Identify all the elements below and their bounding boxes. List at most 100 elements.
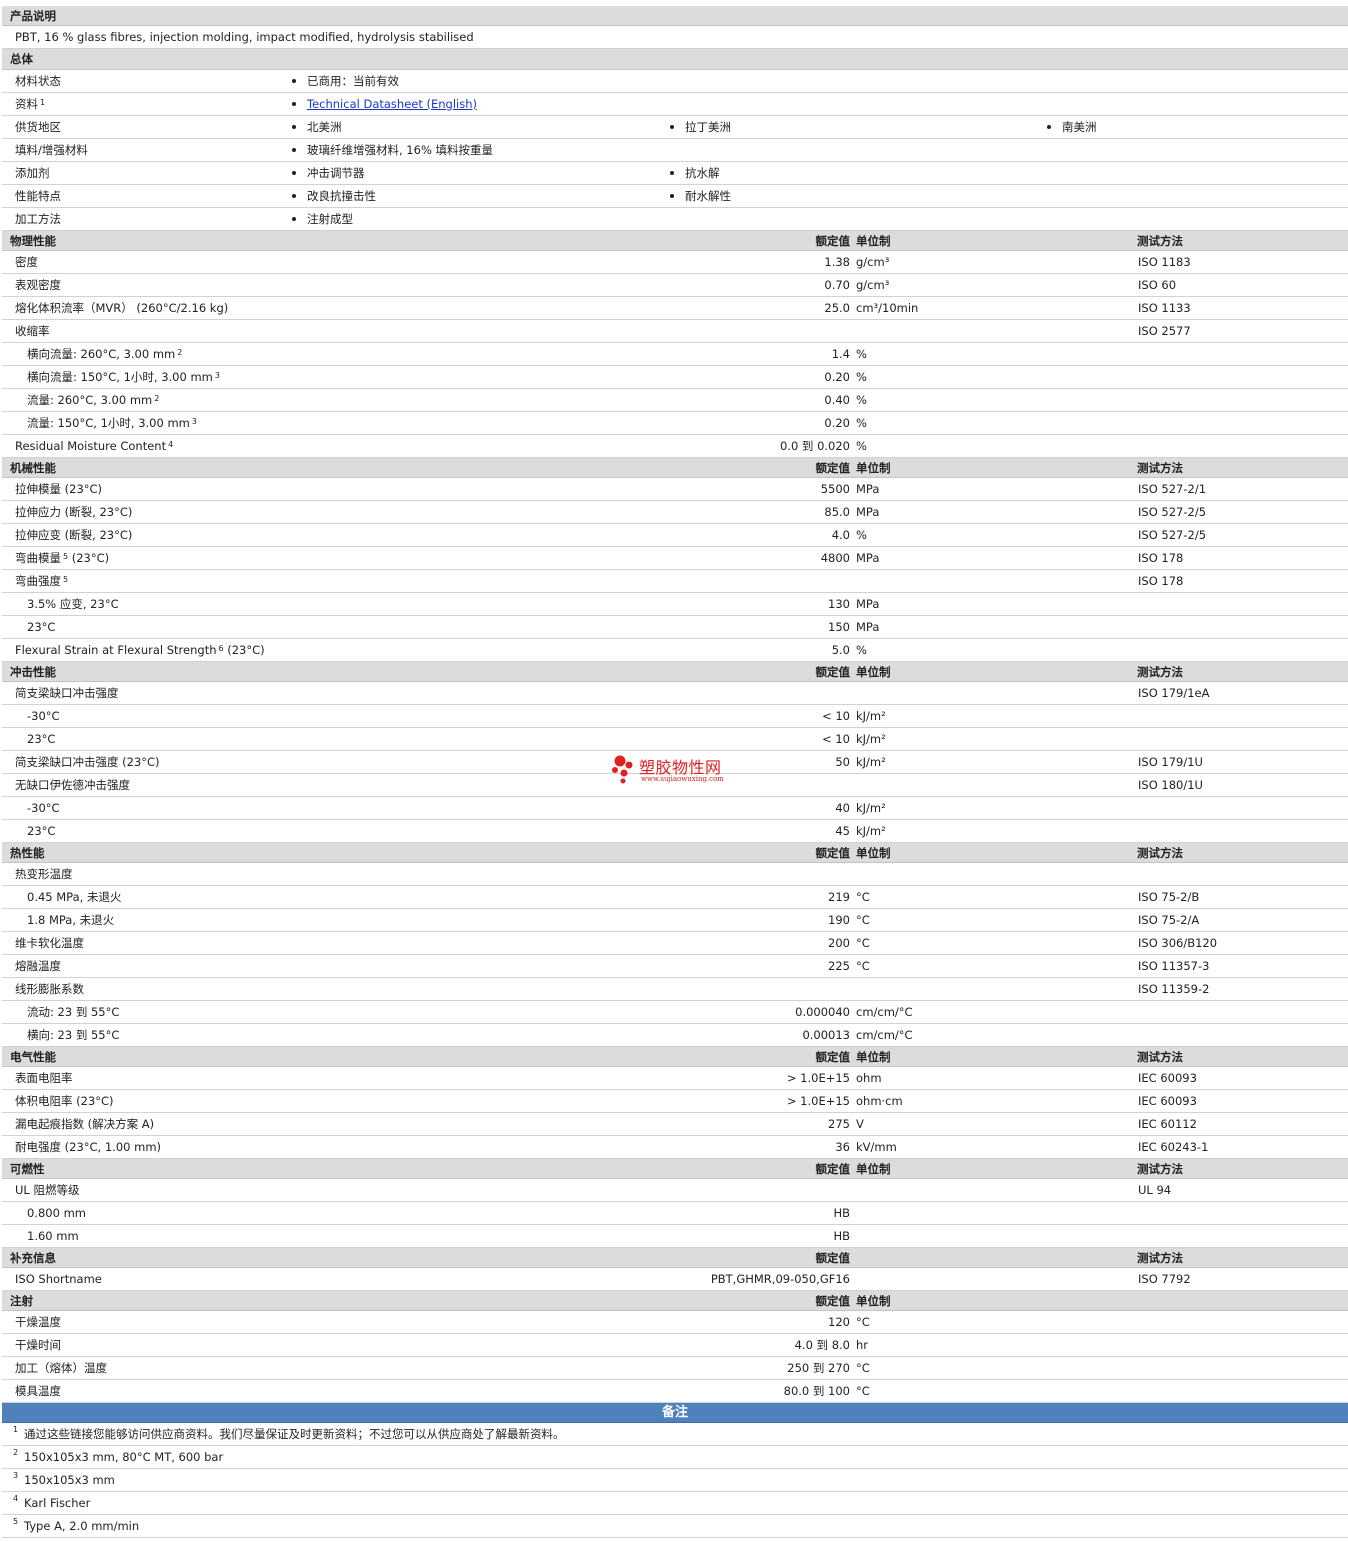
property-unit: ohm·cm <box>856 1094 903 1108</box>
property-label: UL 阻燃等级 <box>15 1179 79 1201</box>
property-label: 横向: 23 到 55°C <box>27 1024 119 1046</box>
property-label-text: 流量: 150°C, 1小时, 3.00 mm <box>27 416 190 430</box>
datasheet-link[interactable]: Technical Datasheet (English) <box>307 93 477 115</box>
property-row: 拉伸模量 (23°C) 5500 MPa ISO 527-2/1 <box>2 478 1348 501</box>
test-method: ISO 527-2/5 <box>1138 505 1207 519</box>
unit-column-header: 单位制 <box>856 665 891 679</box>
section-header: 总体 <box>2 49 1348 70</box>
footnote-number: 5 <box>13 1517 19 1526</box>
section-title: 电气性能 <box>10 1050 56 1064</box>
property-row: 0.45 MPa, 未退火 219 °C ISO 75-2/B <box>2 886 1348 909</box>
test-method: ISO 179/1eA <box>1138 686 1210 700</box>
property-label-text: UL 阻燃等级 <box>15 1183 80 1197</box>
property-label-text: 熔化体积流率（MVR） (260°C/2.16 kg) <box>15 301 229 315</box>
property-value: 0.000040 <box>795 1005 850 1019</box>
property-unit: V <box>856 1117 864 1131</box>
property-value: 80.0 到 100 <box>783 1384 850 1398</box>
property-value: HB <box>833 1206 850 1220</box>
section-header: 注射 额定值 单位制 <box>2 1291 1348 1311</box>
test-method: ISO 75-2/A <box>1138 913 1200 927</box>
property-value: < 10 <box>822 709 850 723</box>
property-row: 收缩率 ISO 2577 <box>2 320 1348 343</box>
property-value: 130 <box>828 597 850 611</box>
property-label: 干燥时间 <box>15 1334 61 1356</box>
property-label: 维卡软化温度 <box>15 932 84 954</box>
section-title: 补充信息 <box>10 1251 56 1265</box>
property-label-text: 3.5% 应变, 23°C <box>27 597 119 611</box>
datasheet: 产品说明 PBT, 16 % glass fibres, injection mo… <box>2 6 1348 1538</box>
bullet-dot-icon <box>1047 125 1051 129</box>
property-label-suffix: (23°C) <box>68 551 110 565</box>
property-row: 熔融温度 225 °C ISO 11357-3 <box>2 955 1348 978</box>
property-row: 熔化体积流率（MVR） (260°C/2.16 kg) 25.0 cm³/10min… <box>2 297 1348 320</box>
footnote-ref: 4 <box>168 440 174 449</box>
property-unit: MPa <box>856 597 880 611</box>
test-method: ISO 527-2/1 <box>1138 482 1207 496</box>
bullet-dot-icon <box>292 171 296 175</box>
property-unit: °C <box>856 890 870 904</box>
property-label: 横向流量: 260°C, 3.00 mm 2 <box>27 343 182 367</box>
property-row: -30°C < 10 kJ/m² <box>2 705 1348 728</box>
general-label: 添加剂 <box>15 162 50 184</box>
footnote-text: 150x105x3 mm <box>24 1473 115 1487</box>
general-row: 资料 1 Technical Datasheet (English) <box>2 93 1348 116</box>
property-label-text: 23°C <box>27 824 56 838</box>
bullet-item-text: 改良抗撞击性 <box>307 189 376 203</box>
property-label: 弯曲模量 5 (23°C) <box>15 547 109 571</box>
property-label-text: 简支梁缺口冲击强度 <box>15 686 119 700</box>
property-row: 干燥温度 120 °C <box>2 1311 1348 1334</box>
property-label: 漏电起痕指数 (解决方案 A) <box>15 1113 154 1135</box>
property-unit: % <box>856 370 867 384</box>
property-unit: kJ/m² <box>856 709 886 723</box>
property-row: 流量: 150°C, 1小时, 3.00 mm 3 0.20% <box>2 412 1348 435</box>
property-label-suffix: (23°C) <box>223 643 265 657</box>
general-row: 填料/增强材料 玻璃纤维增强材料, 16% 填料按重量 <box>2 139 1348 162</box>
property-unit: g/cm³ <box>856 278 890 292</box>
property-row: 23°C 45 kJ/m² <box>2 820 1348 843</box>
test-method: ISO 11357-3 <box>1138 959 1210 973</box>
test-method-column-header: 测试方法 <box>1137 1050 1183 1064</box>
test-method: ISO 60 <box>1138 278 1177 292</box>
property-value: 40 <box>835 801 850 815</box>
section-title: 物理性能 <box>10 234 56 248</box>
bullet-dot-icon <box>670 194 674 198</box>
test-method: ISO 7792 <box>1138 1272 1191 1286</box>
property-label-text: 流动: 23 到 55°C <box>27 1005 120 1019</box>
property-label: 密度 <box>15 251 38 273</box>
test-method: IEC 60112 <box>1138 1117 1197 1131</box>
footnote-number: 2 <box>13 1448 19 1457</box>
property-unit: °C <box>856 1384 870 1398</box>
section-header: 物理性能 额定值 单位制 测试方法 <box>2 231 1348 251</box>
property-unit: hr <box>856 1338 869 1352</box>
property-label-text: 体积电阻率 (23°C) <box>15 1094 114 1108</box>
property-row: ISO Shortname PBT,GHMR,09-050,GF16 ISO 779… <box>2 1268 1348 1291</box>
test-method: IEC 60093 <box>1138 1094 1197 1108</box>
bullet-dot-icon <box>292 102 296 106</box>
footnote-text: 通过这些链接您能够访问供应商资料。我们尽量保证及时更新资料；不过您可以从供应商处… <box>24 1427 565 1441</box>
property-label: 拉伸应力 (断裂, 23°C) <box>15 501 132 523</box>
property-unit: ohm <box>856 1071 882 1085</box>
property-row: 横向流量: 260°C, 3.00 mm 2 1.4% <box>2 343 1348 366</box>
property-unit: % <box>856 393 867 407</box>
property-unit: cm/cm/°C <box>856 1028 913 1042</box>
property-value: 4.0 到 8.0 <box>794 1338 850 1352</box>
property-value: 150 <box>828 620 850 634</box>
property-label: 流动: 23 到 55°C <box>27 1001 119 1023</box>
footnote-number: 3 <box>13 1471 19 1480</box>
property-label-text: 表观密度 <box>15 278 61 292</box>
footnote-row: 3 150x105x3 mm <box>2 1469 1348 1492</box>
general-label-text: 资料 <box>15 97 38 111</box>
property-label: 表面电阻率 <box>15 1067 73 1089</box>
property-label-text: 收缩率 <box>15 324 50 338</box>
test-method: ISO 306/B120 <box>1138 936 1218 950</box>
footnote-row: 5 Type A, 2.0 mm/min <box>2 1515 1348 1538</box>
property-row: 简支梁缺口冲击强度 ISO 179/1eA <box>2 682 1348 705</box>
property-value: 225 <box>828 959 850 973</box>
test-method: IEC 60243-1 <box>1138 1140 1209 1154</box>
test-method: ISO 75-2/B <box>1138 890 1200 904</box>
bullet-dot-icon <box>670 125 674 129</box>
property-row: 0.800 mm HB <box>2 1202 1348 1225</box>
property-unit: °C <box>856 959 870 973</box>
property-label-text: 简支梁缺口冲击强度 (23°C) <box>15 755 160 769</box>
test-method: ISO 180/1U <box>1138 778 1203 792</box>
